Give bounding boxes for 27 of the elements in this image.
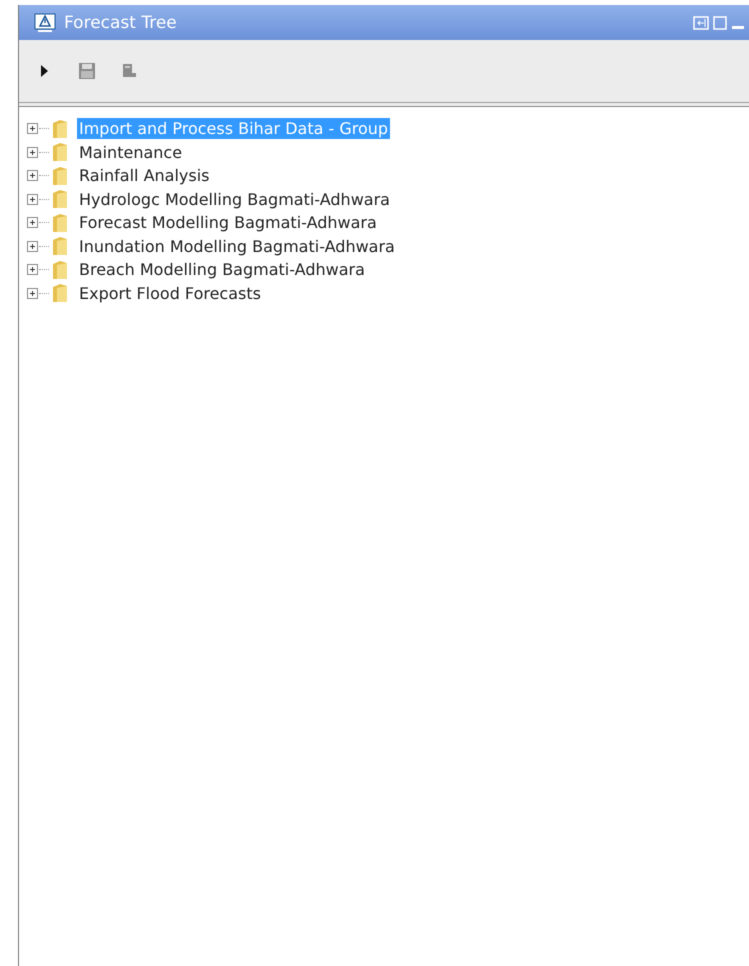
app-icon <box>34 12 56 32</box>
tree-item[interactable]: Inundation Modelling Bagmati-Adhwara <box>77 236 397 257</box>
folder-icon <box>51 142 69 162</box>
expand-icon[interactable] <box>27 264 38 276</box>
tree-item[interactable]: Breach Modelling Bagmati-Adhwara <box>77 259 367 280</box>
folder-icon <box>51 212 69 233</box>
tree-item[interactable]: Maintenance <box>77 142 184 163</box>
folder-icon <box>51 236 69 256</box>
expand-icon[interactable] <box>27 194 38 205</box>
maximize-icon[interactable] <box>713 16 727 30</box>
expand-icon[interactable] <box>27 146 38 158</box>
expand-icon[interactable] <box>27 288 38 299</box>
tree-item[interactable]: Rainfall Analysis <box>77 165 212 186</box>
window-title: Forecast Tree <box>64 12 178 32</box>
expand-icon[interactable] <box>27 170 38 182</box>
folder-icon <box>51 283 69 304</box>
expand-icon[interactable] <box>27 217 38 228</box>
tree-item[interactable]: Hydrologc Modelling Bagmati-Adhwara <box>77 188 392 210</box>
detach-icon[interactable] <box>693 16 709 30</box>
tree-item[interactable]: Forecast Modelling Bagmati-Adhwara <box>77 212 379 234</box>
expand-icon[interactable] <box>27 240 38 252</box>
expand-icon[interactable] <box>27 123 38 134</box>
folder-icon <box>51 189 69 210</box>
folder-icon <box>51 166 69 186</box>
tree-item[interactable]: Export Flood Forecasts <box>77 282 263 304</box>
folder-icon <box>51 260 69 280</box>
folder-icon <box>51 118 69 139</box>
